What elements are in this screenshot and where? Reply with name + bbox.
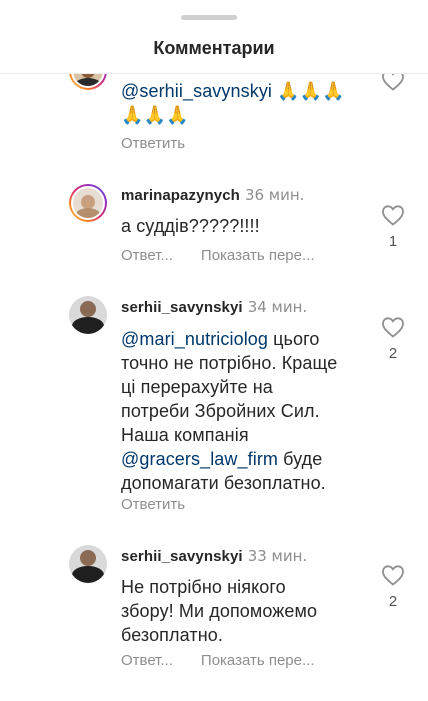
timestamp: 36 мин. — [244, 186, 305, 204]
comment-text: а суддів?????!!!! — [121, 216, 260, 236]
comment-actions: Ответ... Показать пере... — [121, 247, 343, 264]
comment-meta: serhii_savynskyi 34 мин. — [121, 298, 307, 316]
comment-actions: Ответить — [121, 496, 213, 513]
page-title: Комментарии — [153, 38, 275, 58]
mention-link[interactable]: @gracers_law_firm — [121, 449, 278, 469]
reply-button[interactable]: Ответить — [121, 135, 185, 152]
avatar[interactable] — [69, 545, 107, 583]
timestamp: 33 мин. — [247, 547, 308, 565]
sheet-header: Комментарии — [0, 0, 428, 74]
translate-button[interactable]: Показать пере... — [201, 652, 315, 669]
mention-link[interactable]: @serhii_savynskyi — [121, 81, 272, 101]
like-count: 2 — [388, 593, 398, 610]
comment-actions: Ответ... Показать пере... — [121, 652, 343, 669]
heart-outline-icon[interactable] — [381, 204, 405, 226]
avatar[interactable] — [69, 296, 107, 334]
reply-button[interactable]: Ответить — [121, 496, 185, 513]
timestamp: 34 мин. — [247, 298, 308, 316]
reply-button[interactable]: Ответ... — [121, 652, 173, 669]
avatar[interactable] — [69, 184, 107, 222]
heart-outline-icon[interactable] — [381, 316, 405, 338]
username[interactable]: marinapazynych — [121, 187, 240, 204]
translate-button[interactable]: Показать пере... — [201, 247, 315, 264]
comments-sheet: @serhii_savynskyi 🙏🙏🙏 🙏🙏🙏 Ответить Комме… — [0, 0, 428, 701]
heart-outline-icon[interactable] — [381, 564, 405, 586]
comment-meta: marinapazynych 36 мин. — [121, 186, 304, 204]
drag-handle[interactable] — [181, 15, 237, 20]
reply-button[interactable]: Ответ... — [121, 247, 173, 264]
like-count: 2 — [388, 345, 398, 362]
comment-actions: Ответить — [121, 135, 213, 152]
mention-link[interactable]: @mari_nutriciolog — [121, 329, 268, 349]
like-count: 1 — [388, 233, 398, 250]
username[interactable]: serhii_savynskyi — [121, 548, 243, 565]
comment-text: Не потрібно ніякого збору! Ми допоможемо… — [121, 577, 318, 645]
comment-meta: serhii_savynskyi 33 мин. — [121, 547, 307, 565]
username[interactable]: serhii_savynskyi — [121, 299, 243, 316]
comment-text: @mari_nutriciolog цього точно не потрібн… — [121, 329, 338, 493]
comment-text: @serhii_savynskyi 🙏🙏🙏 🙏🙏🙏 — [121, 81, 345, 125]
